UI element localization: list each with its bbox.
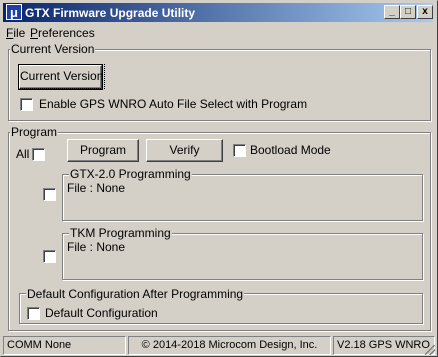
gps-wnro-checkbox[interactable] [20,98,33,111]
title-bar[interactable]: μ GTX Firmware Upgrade Utility _ □ x [3,3,433,22]
default-config-group-label: Default Configuration After Programming [26,287,245,301]
tkm-programming-group-label: TKM Programming [69,226,172,240]
gtx-programming-group-label: GTX-2.0 Programming [69,167,192,181]
all-label: All [16,147,30,161]
status-copyright: © 2014-2018 Microcom Design, Inc. [128,336,331,355]
gtx-programming-checkbox[interactable] [43,188,56,201]
tkm-file-text: File : None [67,240,126,254]
current-version-group-label: Current Version [10,42,96,56]
verify-button[interactable]: Verify [146,139,223,162]
status-version: V2.18 GPS WNRO [333,336,435,355]
gtx-file-text: File : None [67,181,126,195]
gps-wnro-checkbox-label: Enable GPS WNRO Auto File Select with Pr… [39,97,308,111]
status-bar: COMM None © 2014-2018 Microcom Design, I… [3,336,435,355]
app-icon[interactable]: μ [6,4,22,20]
bootload-mode-label: Bootload Mode [250,143,331,157]
maximize-icon: □ [404,6,412,17]
maximize-button[interactable]: □ [400,5,416,19]
menu-preferences[interactable]: Preferences [30,26,95,40]
app-window: μ GTX Firmware Upgrade Utility _ □ x Fil… [0,0,438,357]
default-config-checkbox-label: Default Configuration [45,306,158,320]
close-icon: x [422,6,428,17]
program-group-label: Program [10,125,59,139]
window-title: GTX Firmware Upgrade Utility [25,6,196,20]
all-checkbox[interactable] [32,148,45,161]
current-version-button[interactable]: Current Version [17,64,106,90]
bootload-mode-checkbox[interactable] [233,144,246,157]
resize-grip-icon[interactable] [425,345,435,355]
menu-file[interactable]: File [6,26,25,40]
tkm-programming-checkbox[interactable] [43,250,56,263]
status-comm: COMM None [3,336,126,355]
default-config-checkbox[interactable] [27,307,40,320]
program-button[interactable]: Program [67,139,139,162]
close-button[interactable]: x [417,5,433,19]
minimize-icon: _ [389,6,395,17]
minimize-button[interactable]: _ [384,5,400,19]
